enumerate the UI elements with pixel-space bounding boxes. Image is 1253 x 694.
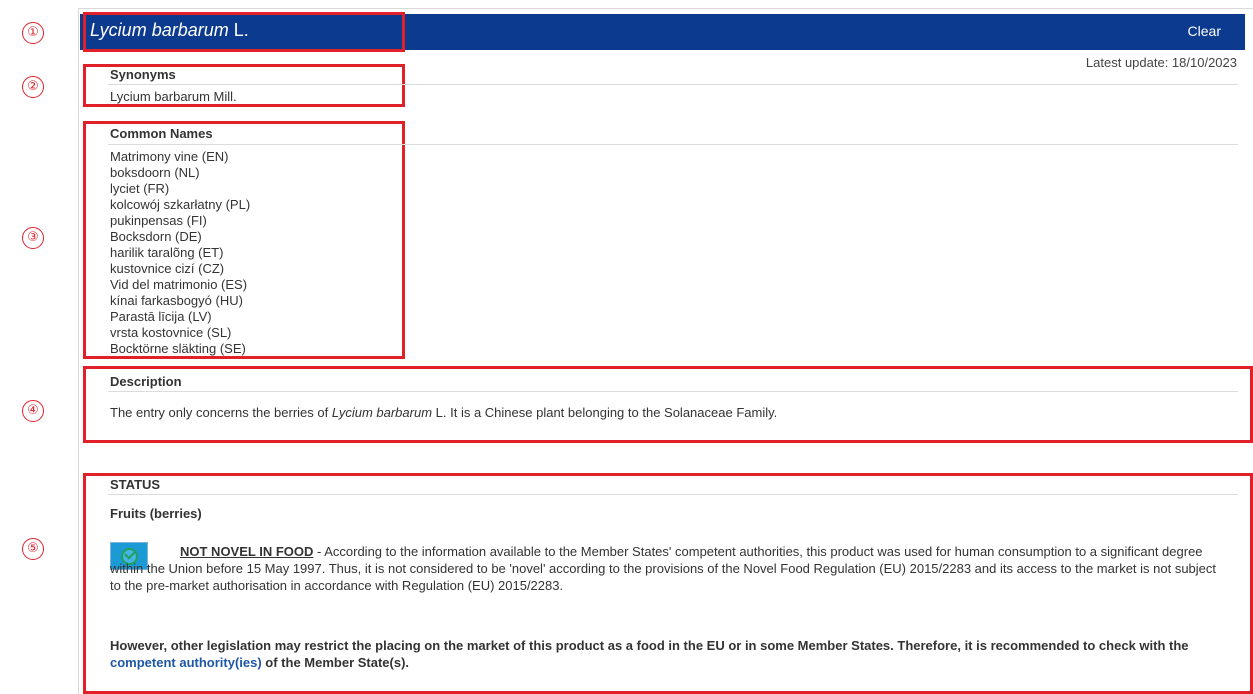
synonyms-divider	[108, 84, 1238, 85]
list-item: Matrimony vine (EN)	[110, 149, 229, 164]
annotation-marker-5: ⑤	[22, 538, 44, 560]
latest-update: Latest update: 18/10/2023	[1085, 55, 1237, 70]
list-item: Bocksdorn (DE)	[110, 229, 202, 244]
list-item: kínai farkasbogyó (HU)	[110, 293, 243, 308]
status-heading: STATUS	[110, 477, 161, 492]
competent-authority-link[interactable]: competent authority(ies)	[110, 655, 262, 670]
list-item: vrsta kostovnice (SL)	[110, 325, 232, 340]
list-item: Vid del matrimonio (ES)	[110, 277, 248, 292]
status-divider	[108, 494, 1238, 495]
common-names-divider	[108, 144, 1238, 145]
annotation-box-title	[83, 12, 405, 52]
description-divider	[108, 391, 1238, 392]
description-text-after: L. It is a Chinese plant belonging to th…	[432, 405, 778, 420]
annotation-marker-3: ③	[22, 227, 44, 249]
annotation-marker-1: ①	[22, 22, 44, 44]
status-text: NOT NOVEL IN FOOD - According to the inf…	[110, 543, 1220, 594]
annotation-marker-4: ④	[22, 400, 44, 422]
annotation-marker-2: ②	[22, 76, 44, 98]
list-item: harilik taralõng (ET)	[110, 245, 224, 260]
description-text: The entry only concerns the berries of L…	[110, 404, 1220, 421]
description-heading: Description	[110, 374, 182, 389]
common-names-heading: Common Names	[110, 126, 213, 141]
list-item: kolcowój szkarłatny (PL)	[110, 197, 251, 212]
list-item: kustovnice cizí (CZ)	[110, 261, 225, 276]
list-item: lyciet (FR)	[110, 181, 170, 196]
warning-text-before: However, other legislation may restrict …	[110, 638, 1189, 653]
status-warning: However, other legislation may restrict …	[110, 637, 1230, 671]
common-names-list: Matrimony vine (EN) boksdoorn (NL) lycie…	[110, 149, 250, 357]
frame-left-border	[78, 8, 79, 694]
list-item: Bocktörne släkting (SE)	[110, 341, 246, 356]
list-item: pukinpensas (FI)	[110, 213, 207, 228]
status-subheading: Fruits (berries)	[110, 506, 202, 521]
synonyms-heading: Synonyms	[110, 67, 176, 82]
description-text-before: The entry only concerns the berries of	[110, 405, 332, 420]
list-item: boksdoorn (NL)	[110, 165, 200, 180]
not-novel-link[interactable]: NOT NOVEL IN FOOD	[180, 544, 313, 559]
list-item: Parastā līcija (LV)	[110, 309, 212, 324]
description-species: Lycium barbarum	[331, 405, 433, 420]
synonym-value: Lycium barbarum Mill.	[110, 89, 237, 104]
clear-button[interactable]: Clear	[1188, 23, 1221, 39]
warning-text-after: of the Member State(s).	[261, 655, 410, 670]
frame-top-border	[78, 8, 1253, 9]
